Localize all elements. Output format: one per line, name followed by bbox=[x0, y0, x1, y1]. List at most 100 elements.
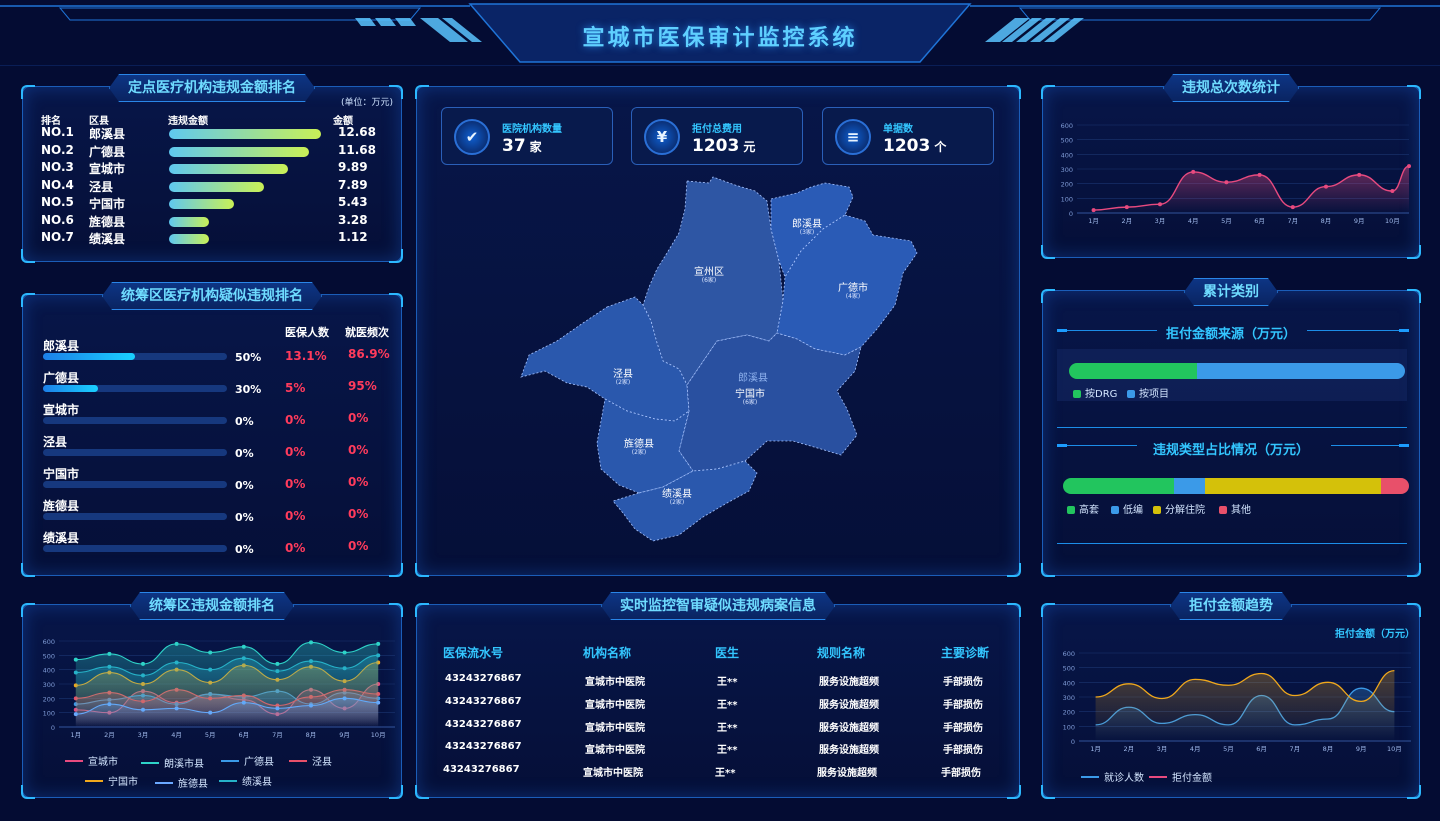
data-point[interactable] bbox=[1257, 172, 1262, 177]
stacked-segment[interactable] bbox=[1204, 478, 1382, 494]
region-percent: 0% bbox=[235, 447, 254, 460]
legend-label: 宣城市 bbox=[88, 757, 118, 768]
legend-item[interactable]: 低编 bbox=[1111, 501, 1143, 516]
legend-item[interactable]: 宁国市 bbox=[85, 773, 138, 788]
region-freq-value: 0% bbox=[348, 475, 369, 489]
data-point[interactable] bbox=[1357, 172, 1362, 177]
data-point[interactable] bbox=[73, 670, 78, 675]
categories-panel-title: 累计类别 bbox=[1184, 278, 1278, 306]
ranking-row[interactable]: NO.4 泾县 7.89 bbox=[41, 178, 396, 194]
data-point[interactable] bbox=[1191, 169, 1196, 174]
ranking-row[interactable]: NO.5 宁国市 5.43 bbox=[41, 195, 396, 211]
city-map bbox=[520, 176, 918, 542]
data-point[interactable] bbox=[342, 650, 347, 655]
data-point[interactable] bbox=[1124, 205, 1129, 210]
data-point[interactable] bbox=[107, 664, 112, 669]
legend-item[interactable]: 分解住院 bbox=[1153, 501, 1205, 516]
ranking-row[interactable]: NO.6 旌德县 3.28 bbox=[41, 213, 396, 229]
data-point[interactable] bbox=[174, 641, 179, 646]
legend-item[interactable]: 朗溪市县 bbox=[141, 755, 204, 770]
refusal-trend-panel: 拒付金额趋势 拒付金额（万元） 0 100 200 300 400 500 600 1月 2月 3… bbox=[1041, 604, 1421, 799]
cases-row[interactable]: 43243276867 宣城市中医院 王** 服务设施超频 手部损伤 bbox=[417, 741, 1021, 757]
legend-item[interactable]: 其他 bbox=[1219, 501, 1251, 516]
stat-card[interactable]: ✔ 医院机构数量 37 家 bbox=[441, 107, 613, 165]
cases-cell: 服务设施超频 bbox=[819, 745, 879, 757]
legend-item[interactable]: 广德县 bbox=[221, 753, 274, 768]
legend-item[interactable]: 拒付金额 bbox=[1149, 769, 1212, 784]
data-point[interactable] bbox=[1224, 180, 1229, 185]
cases-row[interactable]: 43243276867 宣城市中医院 王** 服务设施超频 手部损伤 bbox=[417, 764, 1021, 780]
cases-row[interactable]: 43243276867 宣城市中医院 王** 服务设施超频 手部损伤 bbox=[417, 719, 1021, 735]
cases-header-cell: 医生 bbox=[715, 646, 740, 660]
legend-item[interactable]: 就诊人数 bbox=[1081, 769, 1144, 784]
cases-cell: 宣城市中医院 bbox=[585, 699, 645, 711]
map-region-label: 旌德县 (2家) bbox=[609, 439, 669, 457]
source-title: 拒付金额来源（万元） bbox=[1165, 327, 1296, 342]
stat-value: 1203 元 bbox=[692, 136, 755, 156]
data-point[interactable] bbox=[342, 666, 347, 671]
cases-header-cell: 医保流水号 bbox=[443, 646, 504, 660]
region-freq-value: 0% bbox=[348, 443, 369, 457]
cases-row[interactable]: 43243276867 宣城市中医院 王** 服务设施超频 手部损伤 bbox=[417, 696, 1021, 712]
cases-cell: 手部损伤 bbox=[943, 677, 983, 688]
data-point[interactable] bbox=[309, 640, 313, 645]
x-tick-label: 8月 bbox=[1321, 217, 1332, 225]
stacked-segment[interactable] bbox=[1069, 363, 1197, 379]
header-bar: 宣城市医保审计监控系统 bbox=[0, 0, 1440, 66]
stacked-segment[interactable] bbox=[1196, 363, 1405, 379]
stacked-segment[interactable] bbox=[1063, 478, 1174, 494]
data-point[interactable] bbox=[376, 653, 381, 658]
data-point[interactable] bbox=[241, 644, 246, 649]
stacked-segment[interactable] bbox=[1381, 478, 1409, 494]
legend-item[interactable]: 宣城市 bbox=[65, 753, 118, 768]
cases-cell: 王** bbox=[717, 745, 738, 757]
data-point[interactable] bbox=[141, 673, 145, 678]
map-region-count: (4家) bbox=[845, 293, 861, 300]
map-region-label: 宁国市 (6家) bbox=[720, 389, 780, 407]
legend-item[interactable]: 高套 bbox=[1067, 501, 1099, 516]
data-point[interactable] bbox=[275, 669, 280, 674]
data-point[interactable] bbox=[1290, 205, 1295, 210]
ranking-row[interactable]: NO.3 宣城市 9.89 bbox=[41, 160, 396, 176]
x-tick-label: 10月 bbox=[371, 731, 386, 739]
data-point[interactable] bbox=[1324, 184, 1328, 189]
data-point[interactable] bbox=[241, 656, 246, 661]
legend-item[interactable]: 泾县 bbox=[289, 753, 332, 768]
ranking-row[interactable]: NO.2 广德县 11.68 bbox=[41, 143, 396, 159]
cases-row[interactable]: 43243276867 宣城市中医院 王** 服务设施超频 手部损伤 bbox=[417, 673, 1021, 689]
data-point[interactable] bbox=[107, 651, 112, 656]
legend-item[interactable]: 按项目 bbox=[1127, 385, 1169, 400]
data-point[interactable] bbox=[208, 667, 213, 672]
data-point[interactable] bbox=[208, 650, 213, 655]
ranking-row[interactable]: NO.7 绩溪县 1.12 bbox=[41, 230, 396, 246]
legend-item[interactable]: 旌德县 bbox=[155, 775, 208, 790]
cases-cell: 服务设施超频 bbox=[819, 677, 879, 688]
cases-cell: 宣城市中医院 bbox=[585, 722, 645, 734]
ranking-row[interactable]: NO.1 郎溪县 12.68 bbox=[41, 125, 396, 141]
region-name: 宣城市 bbox=[43, 403, 80, 417]
stat-card[interactable]: ¥ 拒付总费用 1203 元 bbox=[631, 107, 803, 165]
data-point[interactable] bbox=[275, 661, 280, 666]
y-tick-label: 200 bbox=[1063, 709, 1075, 717]
stat-card[interactable]: ≡ 单据数 1203 个 bbox=[822, 107, 994, 165]
data-point[interactable] bbox=[376, 641, 381, 646]
cases-cell: 王** bbox=[717, 699, 738, 711]
ranking-panel-title: 定点医疗机构违规金额排名 bbox=[109, 74, 315, 102]
legend-item[interactable]: 按DRG bbox=[1073, 385, 1117, 400]
legend-label: 绩溪县 bbox=[242, 777, 272, 788]
data-point[interactable] bbox=[174, 660, 179, 665]
data-point[interactable] bbox=[1407, 164, 1411, 169]
cases-cell: 宣城市中医院 bbox=[585, 677, 645, 688]
stacked-segment[interactable] bbox=[1173, 478, 1205, 494]
y-tick-label: 100 bbox=[43, 710, 55, 718]
area-ranking-panel-title: 统筹区违规金额排名 bbox=[130, 592, 294, 620]
legend-item[interactable]: 绩溪县 bbox=[219, 773, 272, 788]
data-point[interactable] bbox=[309, 659, 313, 664]
data-point[interactable] bbox=[73, 657, 78, 662]
data-point[interactable] bbox=[1390, 189, 1395, 193]
data-point[interactable] bbox=[1158, 202, 1162, 207]
data-point[interactable] bbox=[141, 661, 145, 666]
ranking-no: NO.1 bbox=[41, 125, 74, 139]
cases-cell: 王** bbox=[715, 768, 736, 780]
data-point[interactable] bbox=[1091, 208, 1096, 213]
